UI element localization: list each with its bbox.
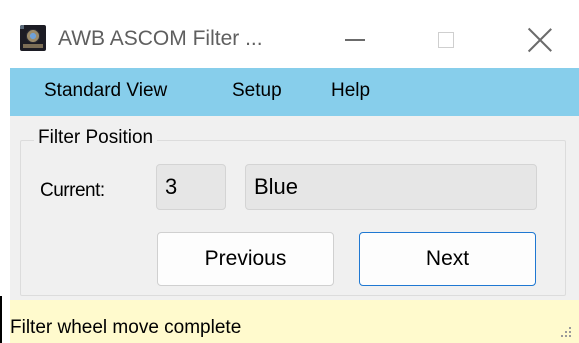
- window-edge-notch: [0, 296, 2, 343]
- next-button[interactable]: Next: [359, 232, 536, 286]
- status-message: Filter wheel move complete: [10, 317, 242, 338]
- window-left-edge: [0, 68, 10, 343]
- minimize-button[interactable]: [323, 14, 387, 66]
- close-icon: [528, 28, 552, 52]
- menu-standard-view[interactable]: Standard View: [44, 80, 167, 102]
- menu-setup[interactable]: Setup: [232, 80, 282, 102]
- app-icon-eye: [26, 29, 40, 43]
- status-bar: Filter wheel move complete: [10, 300, 579, 343]
- app-icon-bar: [23, 44, 43, 48]
- current-filter-number: 3: [156, 164, 226, 210]
- menu-bar: Standard View Setup Help: [10, 68, 579, 116]
- current-filter-name: Blue: [245, 164, 537, 210]
- close-button[interactable]: [508, 14, 572, 66]
- title-bar[interactable]: AWB ASCOM Filter ...: [0, 0, 579, 68]
- maximize-button[interactable]: [414, 14, 478, 66]
- resize-grip-icon[interactable]: [559, 325, 571, 337]
- window-title: AWB ASCOM Filter ...: [58, 27, 263, 50]
- app-icon[interactable]: [20, 25, 46, 51]
- maximize-icon: [438, 32, 454, 48]
- filter-position-title: Filter Position: [34, 127, 158, 149]
- previous-button[interactable]: Previous: [157, 232, 334, 286]
- app-icon-corner: [20, 25, 24, 29]
- menu-help[interactable]: Help: [331, 80, 370, 102]
- filter-window: AWB ASCOM Filter ... Standard View Setup…: [0, 0, 579, 343]
- current-label: Current:: [40, 180, 105, 201]
- minimize-icon: [345, 39, 365, 41]
